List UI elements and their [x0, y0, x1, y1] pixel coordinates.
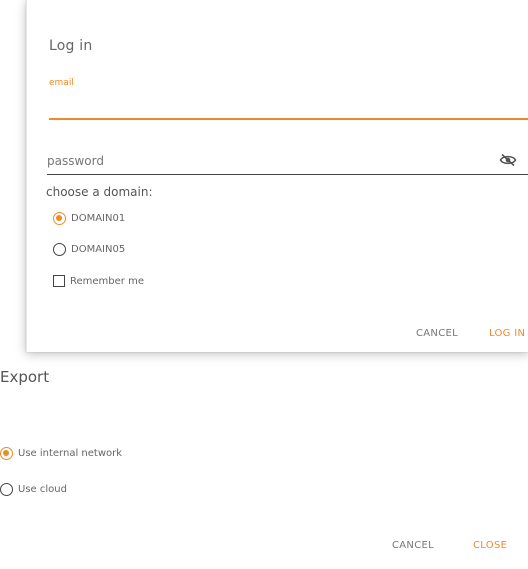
- domain-option-label: DOMAIN05: [71, 243, 126, 255]
- domain-option-1[interactable]: DOMAIN01: [53, 209, 125, 227]
- password-underline: [47, 174, 528, 175]
- checkbox-unchecked-icon[interactable]: [53, 275, 65, 287]
- domain-label: choose a domain:: [46, 185, 153, 199]
- export-option-cloud[interactable]: Use cloud: [0, 480, 67, 498]
- export-close-button[interactable]: CLOSE: [473, 540, 507, 551]
- export-option-label: Use cloud: [18, 483, 67, 495]
- email-label: email: [49, 78, 74, 88]
- cancel-button[interactable]: CANCEL: [416, 328, 458, 339]
- export-title: Export: [0, 368, 50, 386]
- email-field[interactable]: [49, 118, 528, 120]
- radio-unchecked-icon[interactable]: [0, 482, 13, 496]
- export-option-internal[interactable]: Use internal network: [0, 444, 122, 462]
- radio-checked-icon[interactable]: [53, 211, 66, 225]
- domain-option-label: DOMAIN01: [71, 212, 126, 224]
- remember-me-label: Remember me: [70, 275, 144, 287]
- login-dialog: Log in email choose a domain: DOMAIN01 D…: [26, 0, 528, 352]
- radio-unchecked-icon[interactable]: [53, 242, 66, 256]
- page: Log in email choose a domain: DOMAIN01 D…: [0, 0, 528, 569]
- login-title: Log in: [49, 38, 93, 54]
- export-cancel-button[interactable]: CANCEL: [392, 540, 434, 551]
- export-option-label: Use internal network: [18, 447, 123, 459]
- password-field[interactable]: [47, 150, 528, 172]
- radio-checked-icon[interactable]: [0, 446, 13, 460]
- domain-option-2[interactable]: DOMAIN05: [53, 240, 125, 258]
- remember-me-option[interactable]: Remember me: [53, 272, 144, 290]
- login-button[interactable]: LOG IN: [489, 328, 525, 339]
- eye-slash-icon[interactable]: [499, 153, 517, 167]
